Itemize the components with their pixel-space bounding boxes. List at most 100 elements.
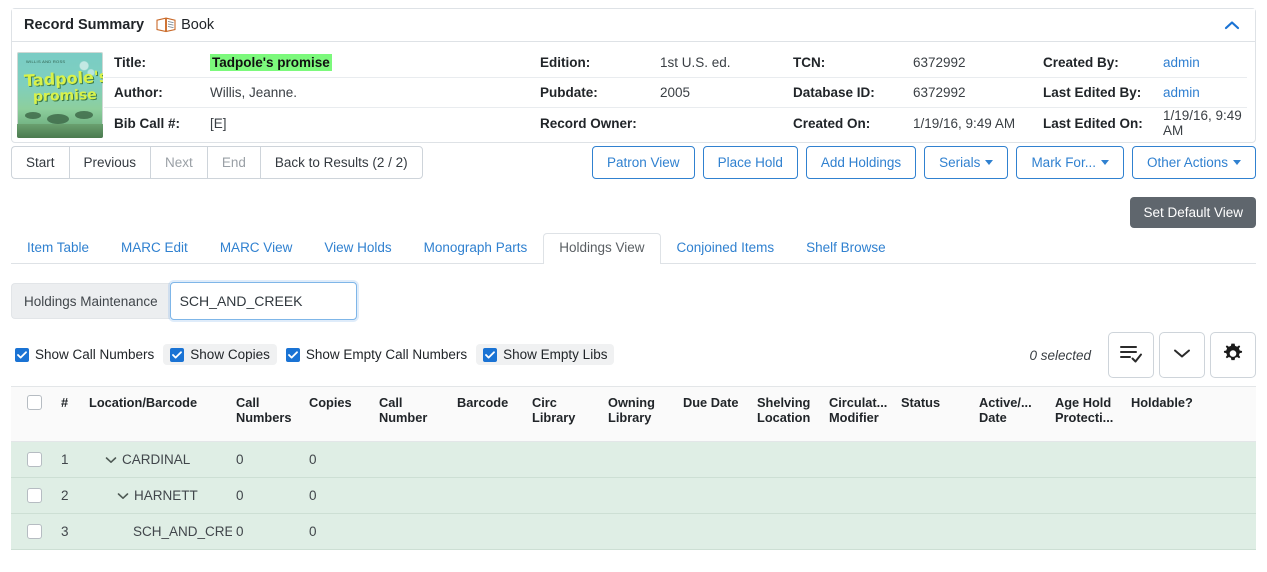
row-checkbox[interactable] [26,452,42,467]
table-row[interactable]: 1 CARDINAL 0 0 [11,442,1256,478]
nav-button-previous[interactable]: Previous [68,146,151,179]
th-circ-modifier[interactable]: Circulat... Modifier [825,395,897,425]
book-cover-image: WILLIS AND ROSS Tadpole's promise [17,52,103,138]
table-row[interactable]: 3 SCH_AND_CREE 0 0 [11,514,1256,550]
checkbox-checked-icon[interactable] [285,347,300,362]
filter-show-empty-libs[interactable]: Show Empty Libs [476,344,615,365]
created-on-label: Created On: [793,115,871,131]
th-call-numbers[interactable]: Call Numbers [232,395,305,425]
chevron-down-icon [1172,347,1192,363]
holdings-maintenance-label: Holdings Maintenance [11,283,170,319]
th-call-number[interactable]: Call Number [375,395,453,425]
row-select-cell [11,452,57,467]
created-on-value: 1/19/16, 9:49 AM [913,115,1016,131]
nav-button-start[interactable]: Start [11,146,69,179]
cell-call-numbers: 0 [236,488,244,503]
location-label: CARDINAL [122,452,191,467]
filter-show-copies[interactable]: Show Copies [163,344,277,365]
th-circ-library[interactable]: Circ Library [528,395,604,425]
nav-button-next: Next [150,146,207,179]
tab-conjoined-items[interactable]: Conjoined Items [661,233,791,264]
th-due-date[interactable]: Due Date [679,395,753,410]
th-owning-library[interactable]: Owning Library [604,395,679,425]
chevron-down-icon-button[interactable] [1159,332,1205,378]
cover-thumbnail-wrap: WILLIS AND ROSS Tadpole's promise [12,48,104,138]
action-button-serials[interactable]: Serials [924,146,1009,179]
checkbox-checked-icon[interactable] [15,347,29,362]
action-button-mark-for[interactable]: Mark For... [1016,146,1124,179]
holdings-table-header: # Location/Barcode Call Numbers Copies Ca… [11,386,1256,442]
tab-shelf-browse[interactable]: Shelf Browse [790,233,902,264]
action-button-other-actions[interactable]: Other Actions [1131,146,1256,179]
edition-value: 1st U.S. ed. [660,55,731,70]
table-toolbar: 0 selected [1029,332,1256,378]
tab-marc-view[interactable]: MARC View [204,233,309,264]
tab-item-table[interactable]: Item Table [11,233,105,264]
last-edited-by-value[interactable]: admin [1163,85,1247,100]
chevron-down-icon[interactable] [117,488,129,503]
cell-row-number: 1 [61,452,69,467]
last-edited-on-label: Last Edited On: [1043,115,1143,131]
chevron-down-icon[interactable] [105,452,117,467]
table-row[interactable]: 2 HARNETT 0 0 [11,478,1256,514]
action-button-place-hold[interactable]: Place Hold [702,146,798,179]
pubdate-label: Pubdate: [540,85,598,100]
holdings-maintenance-bar: Holdings Maintenance [11,282,357,320]
cover-byline: WILLIS AND ROSS [26,59,66,64]
th-shelving-location[interactable]: Shelving Location [753,395,825,425]
filter-show-empty-call-numbers[interactable]: Show Empty Call Numbers [279,344,474,365]
th-age-hold-protection[interactable]: Age Hold Protecti... [1051,395,1127,425]
record-navigation-group: Start Previous Next End Back to Results (2 /… [11,146,423,179]
action-button-label: Patron View [607,155,680,170]
nav-button-end: End [206,146,260,179]
select-all-checkbox[interactable] [26,395,42,410]
last-edited-by-label: Last Edited By: [1043,85,1142,100]
cell-copies: 0 [309,488,317,503]
row-checkbox[interactable] [26,488,42,503]
record-summary-body: WILLIS AND ROSS Tadpole's promise Title:… [12,42,1255,142]
action-button-label: Serials [939,155,981,170]
last-edited-on-value: 1/19/16, 9:49 AM [1163,108,1242,138]
th-barcode[interactable]: Barcode [453,395,528,410]
set-default-view-button[interactable]: Set Default View [1130,197,1256,228]
cover-fish [25,112,41,119]
title-label: Title: [114,55,147,70]
tab-holdings-view[interactable]: Holdings View [543,233,661,264]
cell-location: HARNETT [85,488,232,503]
list-check-icon [1119,343,1143,368]
action-button-add-holdings[interactable]: Add Holdings [805,146,917,179]
list-check-icon-button[interactable] [1108,332,1154,378]
th-row-number[interactable]: # [57,395,85,410]
action-button-label: Mark For... [1031,155,1096,170]
tab-view-holds[interactable]: View Holds [308,233,407,264]
tab-marc-edit[interactable]: MARC Edit [105,233,204,264]
title-value: Tadpole's promise [210,54,332,71]
checkbox-checked-icon[interactable] [170,347,185,362]
row-checkbox[interactable] [26,524,42,539]
filter-show-call-numbers[interactable]: Show Call Numbers [8,344,161,365]
checkbox-checked-icon[interactable] [483,347,498,362]
created-by-value[interactable]: admin [1163,55,1247,70]
action-button-patron-view[interactable]: Patron View [592,146,695,179]
open-book-icon [156,17,176,33]
th-active-date[interactable]: Active/... Date [975,395,1051,425]
cover-title-line2: promise [32,86,98,106]
nav-button-back-to-results-2-2[interactable]: Back to Results (2 / 2) [259,146,423,179]
th-status[interactable]: Status [897,395,975,410]
record-field-row: Bib Call #: [E] Record Owner: Created On… [104,108,1247,138]
chevron-up-icon[interactable] [1219,12,1245,38]
cell-location: CARDINAL [85,452,232,467]
bib-call-label: Bib Call #: [114,115,181,131]
record-summary-panel: Record Summary Book WILLIS AND ROSS Tadp… [11,8,1256,143]
th-location-barcode[interactable]: Location/Barcode [85,395,232,410]
holdings-search-input[interactable] [169,282,357,320]
database-id-label: Database ID: [793,85,875,100]
tab-monograph-parts[interactable]: Monograph Parts [408,233,544,264]
record-summary-title: Record Summary [24,17,145,33]
database-id-value: 6372992 [913,85,966,100]
th-holdable[interactable]: Holdable? [1127,395,1256,410]
th-copies[interactable]: Copies [305,395,375,410]
gear-icon-button[interactable] [1210,332,1256,378]
cover-fish [75,111,93,119]
cover-fish [47,114,69,124]
